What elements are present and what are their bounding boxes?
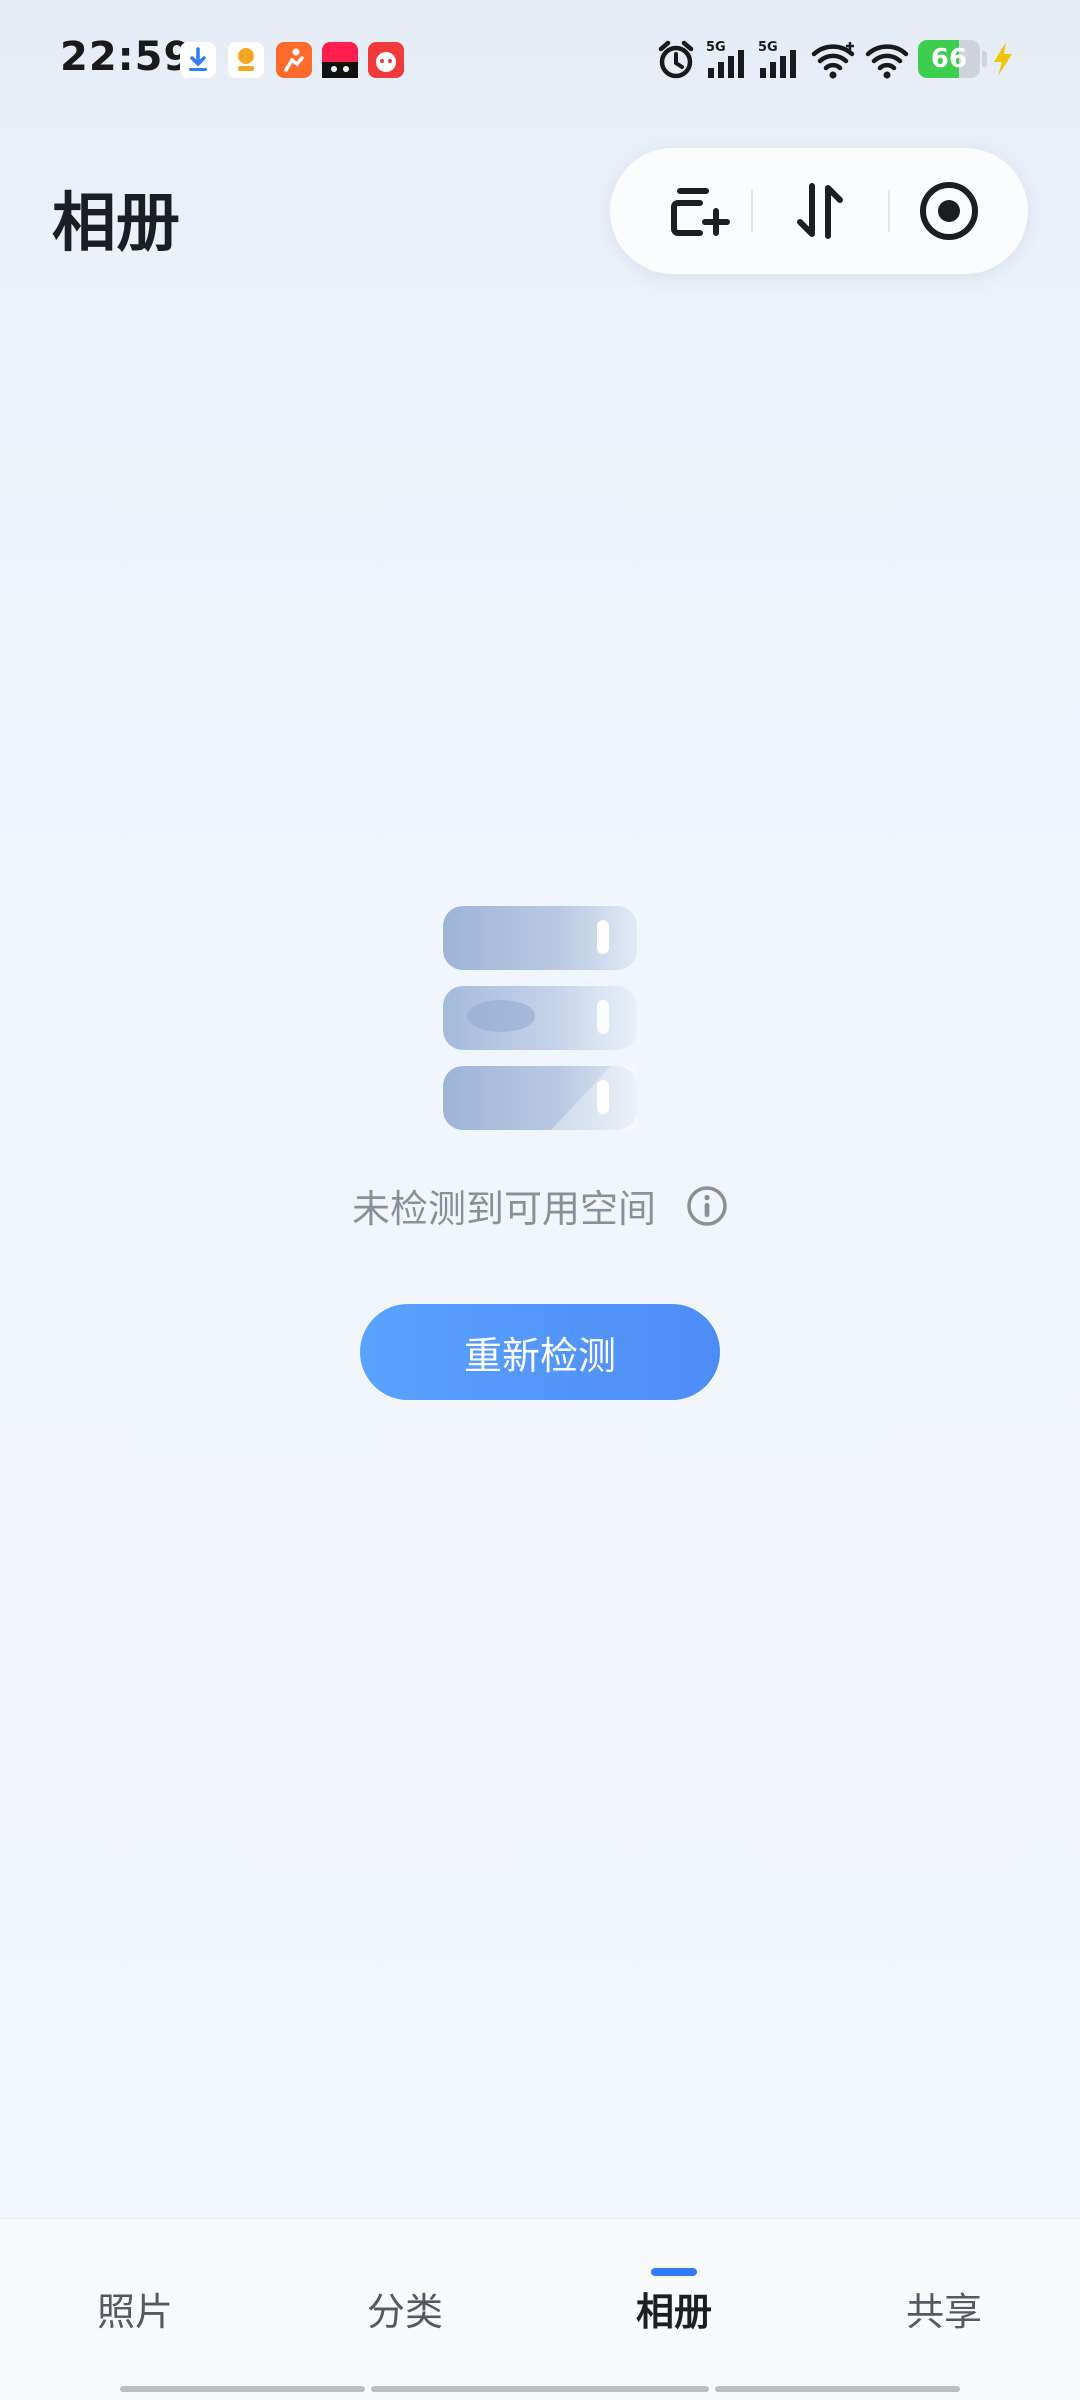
retry-detect-button[interactable]: 重新检测: [360, 1304, 720, 1400]
gesture-bar: [371, 2386, 709, 2392]
empty-state-message-row: 未检测到可用空间: [0, 1178, 1080, 1233]
charging-icon: [990, 40, 1014, 82]
tab-sharing[interactable]: 共享: [844, 2281, 1044, 2336]
gallery-albums-screen: 22:59 5G 5G 66 相册 未检测到可用空间 重新检测 照片 分类 相册…: [0, 0, 1080, 2400]
page-title: 相册: [52, 187, 180, 261]
gesture-bar: [715, 2386, 960, 2392]
storage-empty-icon: [441, 904, 639, 1134]
empty-state-message: 未检测到可用空间: [351, 1187, 656, 1231]
info-icon[interactable]: [686, 1185, 728, 1227]
status-bar: 22:59 5G 5G 66: [0, 0, 1080, 120]
alarm-icon: [656, 38, 696, 82]
signal-1-label: 5G: [706, 40, 726, 55]
more-button[interactable]: [884, 148, 1014, 274]
app-notification-icon: [276, 42, 312, 78]
header-toolbar: [610, 148, 1028, 274]
active-tab-indicator: [651, 2268, 697, 2276]
wifi-icon: [810, 38, 856, 82]
battery-level: 66: [930, 44, 968, 74]
cellular-signal-icon: 5G: [756, 38, 802, 82]
sort-button[interactable]: [755, 148, 885, 274]
bottom-nav: 照片 分类 相册 共享: [0, 2218, 1080, 2400]
more-icon: [920, 182, 978, 240]
cellular-signal-icon: 5G: [704, 38, 750, 82]
tab-categories[interactable]: 分类: [305, 2281, 505, 2336]
toolbar-separator: [751, 190, 753, 232]
battery-icon: 66: [918, 40, 980, 78]
tab-photos[interactable]: 照片: [35, 2281, 235, 2336]
app-notification-icon: [228, 42, 264, 78]
gesture-bar: [120, 2386, 365, 2392]
download-icon: [180, 42, 216, 78]
status-time: 22:59: [60, 34, 193, 80]
sort-icon: [797, 183, 843, 239]
app-notification-icon: [322, 42, 358, 78]
battery-nub: [982, 51, 987, 67]
create-album-icon: [671, 188, 730, 236]
tab-albums[interactable]: 相册: [574, 2281, 774, 2336]
wifi-icon: [864, 38, 910, 82]
app-notification-icon: [368, 42, 404, 78]
create-album-button[interactable]: [634, 148, 764, 274]
signal-2-label: 5G: [758, 40, 778, 55]
